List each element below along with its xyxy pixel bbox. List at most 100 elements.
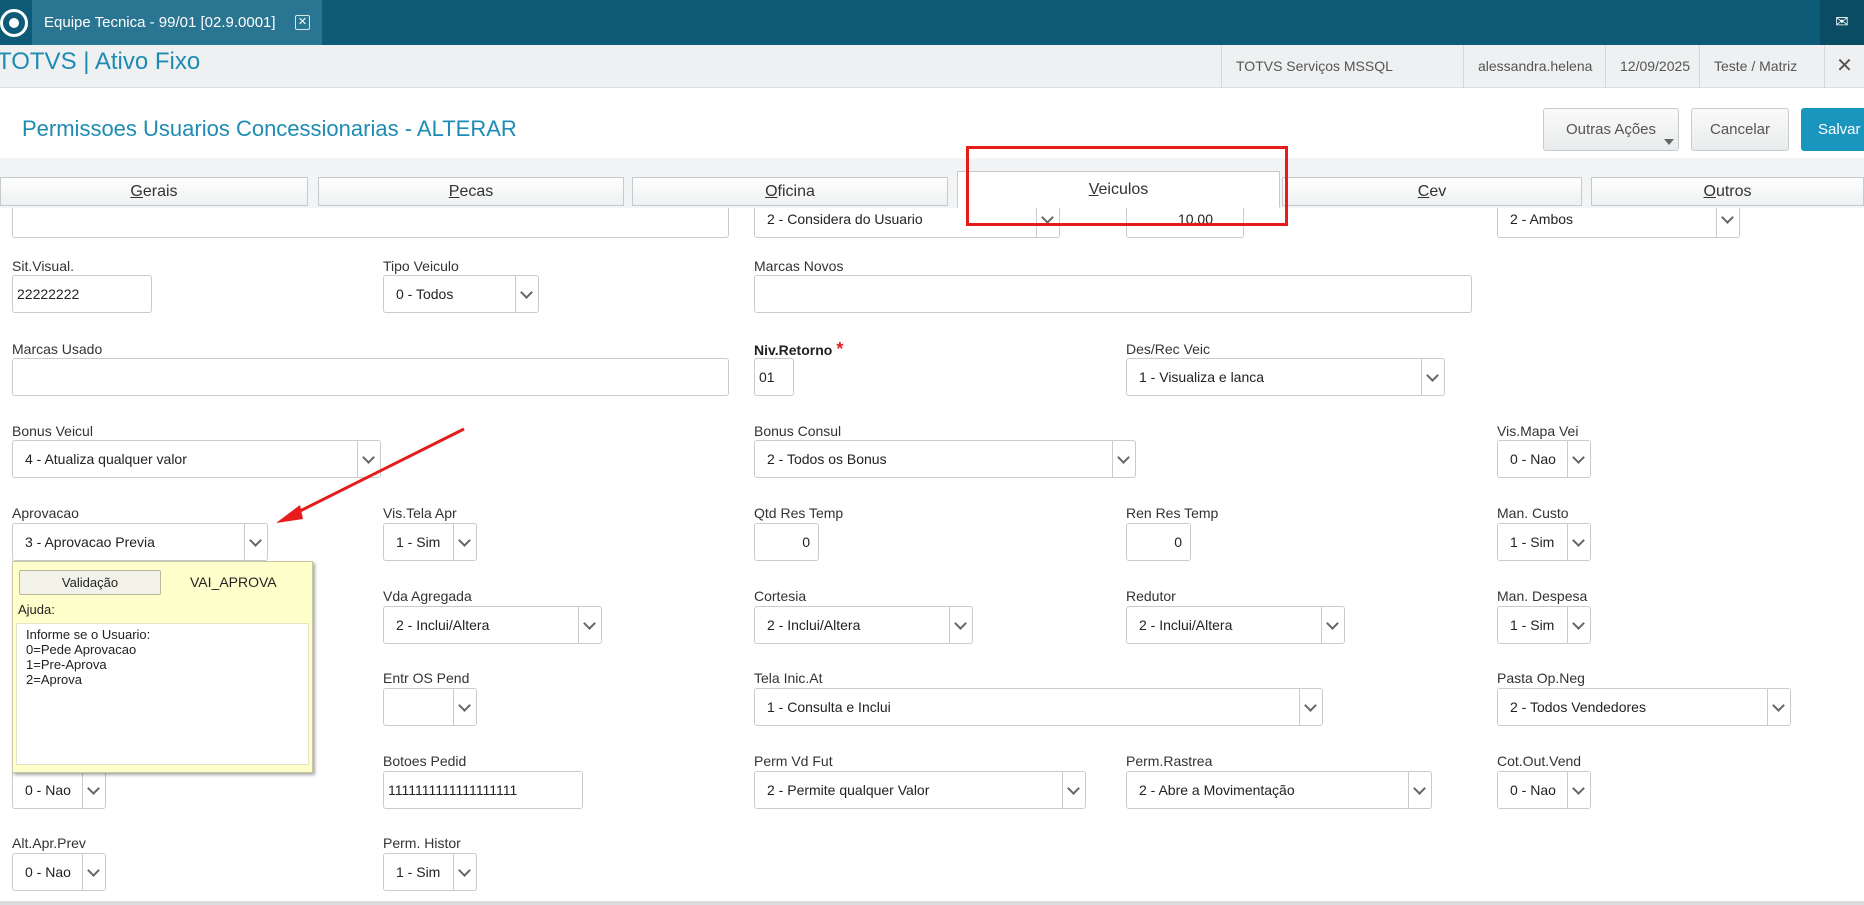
man-despesa-value: 1 - Sim (1510, 617, 1555, 633)
cot-out-vend-label: Cot.Out.Vend (1497, 753, 1582, 769)
perm-histor-select[interactable]: 1 - Sim (383, 853, 477, 891)
hidden-nao-select[interactable]: 0 - Nao (12, 771, 106, 809)
mail-icon[interactable]: ✉ (1820, 0, 1864, 45)
aprovacao-select[interactable]: 3 - Aprovacao Previa (12, 523, 268, 561)
ren-res-temp-input[interactable]: 0 (1126, 523, 1191, 561)
bonus-veicul-select[interactable]: 4 - Atualiza qualquer valor (12, 440, 381, 478)
chevron-down-icon (357, 441, 380, 477)
perm-vd-fut-select[interactable]: 2 - Permite qualquer Valor (754, 771, 1086, 809)
cortesia-value: 2 - Inclui/Altera (767, 617, 861, 633)
tipo-veiculo-select[interactable]: 0 - Todos (383, 275, 539, 313)
des-rec-veic-select[interactable]: 1 - Visualiza e lanca (1126, 358, 1445, 396)
marcas-usado-input[interactable] (12, 358, 729, 396)
user-info: alessandra.helena (1463, 45, 1605, 88)
niv-retorno-input[interactable]: 01 (754, 358, 794, 396)
chevron-down-icon (1567, 772, 1590, 808)
pasta-op-neg-select[interactable]: 2 - Todos Vendedores (1497, 688, 1791, 726)
vda-agregada-label: Vda Agregada (383, 588, 472, 604)
man-custo-value: 1 - Sim (1510, 534, 1555, 550)
vis-mapa-vei-label: Vis.Mapa Vei (1497, 423, 1579, 439)
validation-button[interactable]: Validação (19, 570, 161, 595)
vda-agregada-select[interactable]: 2 - Inclui/Altera (383, 606, 602, 644)
form-area: 2 - Considera do Usuario 10,00 2 - Ambos… (0, 208, 1864, 905)
help-tooltip: Validação VAI_APROVA Ajuda: Informe se o… (12, 561, 313, 773)
chevron-down-icon (453, 854, 476, 890)
tab-oficina[interactable]: Oficina (632, 177, 948, 206)
niv-retorno-text: Niv.Retorno (754, 342, 833, 358)
bottom-border (0, 901, 1864, 905)
other-actions-button[interactable]: Outras Ações (1543, 108, 1679, 151)
qtd-res-temp-label: Qtd Res Temp (754, 505, 844, 521)
window-tab-title: Equipe Tecnica - 99/01 [02.9.0001] (44, 14, 276, 31)
botoes-pedid-label: Botoes Pedid (383, 753, 467, 769)
perm-histor-value: 1 - Sim (396, 864, 441, 880)
perm-rastrea-select[interactable]: 2 - Abre a Movimentação (1126, 771, 1432, 809)
tab-gerais[interactable]: Gerais (0, 177, 308, 206)
cot-out-vend-select[interactable]: 0 - Nao (1497, 771, 1591, 809)
entr-os-pend-select[interactable] (383, 688, 477, 726)
qtd-res-temp-input[interactable]: 0 (754, 523, 819, 561)
marcas-novos-input[interactable] (754, 275, 1472, 313)
chevron-down-icon (1299, 689, 1322, 725)
alt-apr-prev-select[interactable]: 0 - Nao (12, 853, 106, 891)
pasta-op-neg-label: Pasta Op.Neg (1497, 670, 1585, 686)
tab-cev[interactable]: Cev (1282, 177, 1582, 206)
cancel-button[interactable]: Cancelar (1691, 108, 1789, 151)
chevron-down-icon (453, 689, 476, 725)
tab-oficina-key: O (765, 183, 778, 200)
tab-bar: Gerais Pecas Oficina Veiculos Cev Outros (0, 158, 1864, 208)
sit-visual-input[interactable]: 22222222 (12, 275, 152, 313)
tela-inic-at-value: 1 - Consulta e Inclui (767, 699, 891, 715)
cortesia-select[interactable]: 2 - Inclui/Altera (754, 606, 973, 644)
botoes-pedid-input[interactable]: 1111111111111111111 (383, 771, 583, 809)
vis-mapa-vei-value: 0 - Nao (1510, 451, 1556, 467)
cot-out-vend-value: 0 - Nao (1510, 782, 1556, 798)
man-custo-select[interactable]: 1 - Sim (1497, 523, 1591, 561)
tela-inic-at-label: Tela Inic.At (754, 670, 823, 686)
chevron-down-icon (1767, 689, 1790, 725)
chevron-down-icon (1062, 772, 1085, 808)
tab-outros[interactable]: Outros (1591, 177, 1864, 206)
close-tab-icon[interactable]: ✕ (295, 15, 310, 30)
alt-apr-prev-label: Alt.Apr.Prev (12, 835, 86, 851)
vis-mapa-vei-select[interactable]: 0 - Nao (1497, 440, 1591, 478)
partial-ambos-select[interactable]: 2 - Ambos (1497, 208, 1740, 238)
partial-consider-value: 2 - Considera do Usuario (767, 211, 923, 227)
tab-pecas[interactable]: Pecas (318, 177, 624, 206)
man-despesa-select[interactable]: 1 - Sim (1497, 606, 1591, 644)
aprovacao-label: Aprovacao (12, 505, 79, 521)
date-info: 12/09/2025 (1605, 45, 1699, 88)
vis-tela-apr-select[interactable]: 1 - Sim (383, 523, 477, 561)
pasta-op-neg-value: 2 - Todos Vendedores (1510, 699, 1646, 715)
highlight-box (966, 146, 1288, 226)
des-rec-veic-label: Des/Rec Veic (1126, 341, 1211, 357)
man-custo-label: Man. Custo (1497, 505, 1569, 521)
close-module-icon[interactable]: ✕ (1824, 45, 1864, 88)
chevron-down-icon (82, 854, 105, 890)
tab-oficina-label: ficina (777, 183, 815, 200)
perm-vd-fut-label: Perm Vd Fut (754, 753, 833, 769)
bonus-consul-select[interactable]: 2 - Todos os Bonus (754, 440, 1136, 478)
niv-retorno-label: Niv.Retorno * (754, 339, 843, 360)
tab-cev-key: C (1417, 183, 1430, 200)
sit-visual-label: Sit.Visual. (12, 258, 74, 274)
marcas-usado-label: Marcas Usado (12, 341, 103, 357)
tab-cev-label: ev (1429, 183, 1447, 200)
bonus-veicul-value: 4 - Atualiza qualquer valor (25, 451, 187, 467)
page-header: Permissoes Usuarios Concessionarias - AL… (0, 88, 1864, 158)
bonus-consul-label: Bonus Consul (754, 423, 842, 439)
tab-outros-key: O (1703, 183, 1716, 200)
save-button[interactable]: Salvar (1801, 108, 1864, 151)
cortesia-label: Cortesia (754, 588, 807, 604)
partial-text-field[interactable] (12, 208, 729, 238)
tab-pecas-key: P (448, 183, 460, 200)
entr-os-pend-label: Entr OS Pend (383, 670, 470, 686)
window-tab[interactable]: Equipe Tecnica - 99/01 [02.9.0001] ✕ (32, 0, 322, 45)
tela-inic-at-select[interactable]: 1 - Consulta e Inclui (754, 688, 1323, 726)
branch-info: Teste / Matriz (1699, 45, 1824, 88)
redutor-select[interactable]: 2 - Inclui/Altera (1126, 606, 1345, 644)
module-title: TOTVS | Ativo Fixo (0, 48, 201, 75)
redutor-value: 2 - Inclui/Altera (1139, 617, 1233, 633)
chevron-down-icon (515, 276, 538, 312)
bonus-veicul-label: Bonus Veicul (12, 423, 93, 439)
